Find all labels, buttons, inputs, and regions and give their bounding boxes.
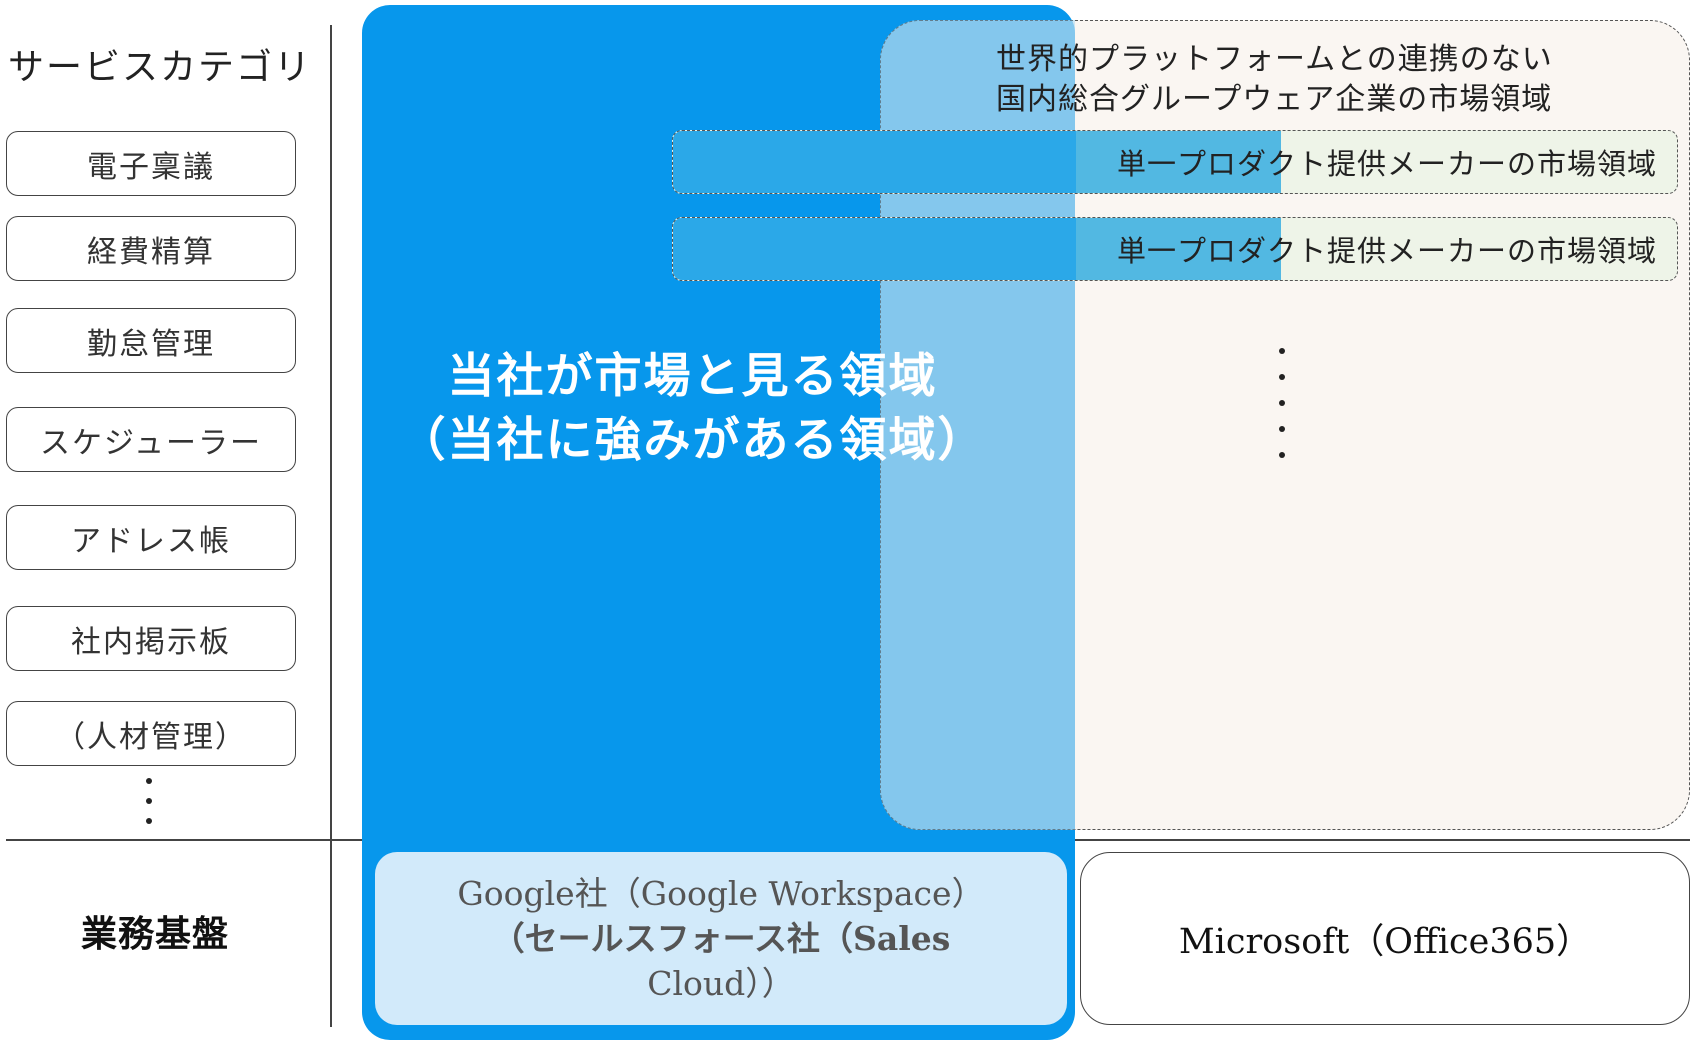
domestic-groupware-label-line1: 世界的プラットフォームとの連携のない [996, 42, 1553, 77]
category-ellipsis [146, 778, 154, 838]
column-divider [330, 25, 332, 1027]
google-platform-line2: （セールスフォース社（Sales [491, 919, 951, 958]
our-market-label-line2: （当社に強みがある領域） [398, 413, 987, 468]
single-product-region: 単一プロダクト提供メーカーの市場領域 [672, 130, 1678, 194]
google-platform-box: Google社（Google Workspace） （セールスフォース社（Sal… [375, 852, 1067, 1025]
category-box: アドレス帳 [6, 505, 296, 570]
category-box: 経費精算 [6, 216, 296, 281]
domestic-groupware-label: 世界的プラットフォームとの連携のない 国内総合グループウェア企業の市場領域 [996, 40, 1676, 120]
service-category-title: サービスカテゴリ [8, 47, 313, 88]
single-product-label: 単一プロダクト提供メーカーの市場領域 [1116, 234, 1657, 268]
domestic-groupware-label-line2: 国内総合グループウェア企業の市場領域 [996, 82, 1553, 117]
microsoft-platform-box: Microsoft（Office365） [1080, 852, 1690, 1025]
category-box: スケジューラー [6, 407, 296, 472]
our-market-label-line1: 当社が市場と見る領域 [447, 349, 938, 404]
google-platform-line3: Cloud）） [647, 964, 795, 1003]
category-box: 勤怠管理 [6, 308, 296, 373]
category-box: 電子稟議 [6, 131, 296, 196]
microsoft-platform-label: Microsoft（Office365） [1178, 922, 1592, 962]
category-box: 社内掲示板 [6, 606, 296, 671]
single-product-ellipsis [1279, 348, 1287, 478]
our-market-label: 当社が市場と見る領域 （当社に強みがある領域） [395, 345, 990, 473]
category-box: （人材管理） [6, 701, 296, 766]
single-product-region: 単一プロダクト提供メーカーの市場領域 [672, 217, 1678, 281]
google-platform-line1: Google社（Google Workspace） [457, 874, 985, 913]
single-product-label: 単一プロダクト提供メーカーの市場領域 [1116, 147, 1657, 181]
business-platform-label: 業務基盤 [80, 914, 229, 955]
